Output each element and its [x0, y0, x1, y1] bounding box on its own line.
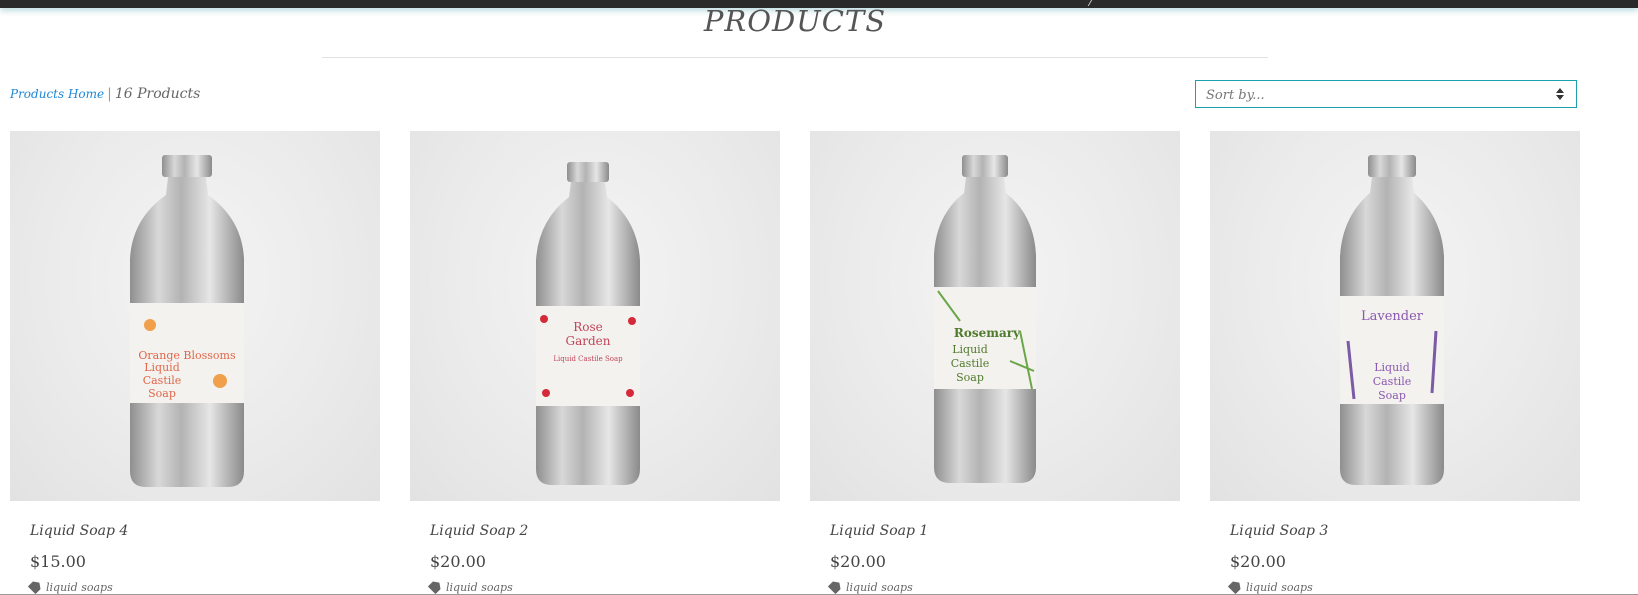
title-divider	[322, 57, 1268, 58]
product-image[interactable]: Rosemary Liquid Castile Soap	[810, 131, 1180, 501]
sort-arrows-icon	[1556, 88, 1564, 100]
product-price: $20.00	[830, 552, 886, 571]
bottle-label-line4: Soap	[1378, 389, 1406, 402]
product-tag-label[interactable]: liquid soaps	[46, 581, 113, 594]
product-image[interactable]: Orange Blossoms Liquid Castile Soap	[10, 131, 380, 501]
product-tag-label[interactable]: liquid soaps	[446, 581, 513, 594]
product-tag[interactable]: liquid soaps	[830, 580, 913, 594]
bottle-label-line2: Liquid	[144, 361, 180, 374]
bottle-label-line2: Liquid	[1374, 361, 1410, 374]
product-name[interactable]: Liquid Soap 4	[30, 523, 128, 539]
product-card[interactable]: Orange Blossoms Liquid Castile Soap Liqu…	[10, 131, 380, 501]
tag-icon	[28, 579, 44, 595]
product-image[interactable]: Rose Garden Liquid Castile Soap	[410, 131, 780, 501]
bottle-illustration: Rose Garden Liquid Castile Soap	[536, 162, 640, 485]
product-price: $20.00	[430, 552, 486, 571]
product-card[interactable]: Rosemary Liquid Castile Soap Liquid Soap…	[810, 131, 1180, 501]
bottle-label-line3: Castile	[951, 357, 990, 370]
bottle-label-line2: Garden	[566, 334, 611, 348]
product-tag[interactable]: liquid soaps	[30, 580, 113, 594]
breadcrumb-separator: |	[107, 86, 112, 102]
product-price: $20.00	[1230, 552, 1286, 571]
bottle-illustration: Rosemary Liquid Castile Soap	[934, 155, 1036, 483]
product-tag[interactable]: liquid soaps	[1230, 580, 1313, 594]
breadcrumb-home-link[interactable]: Products Home	[10, 87, 104, 101]
product-name[interactable]: Liquid Soap 3	[1230, 523, 1328, 539]
product-card[interactable]: Lavender Liquid Castile Soap Liquid Soap…	[1210, 131, 1580, 501]
bottle-label-line2: Liquid	[952, 343, 988, 356]
bottle-label-line4: Soap	[148, 387, 176, 400]
sort-select[interactable]: Sort by...	[1195, 80, 1577, 108]
product-tag-label[interactable]: liquid soaps	[846, 581, 913, 594]
bottle-label-line4: Soap	[956, 371, 984, 384]
bottle-illustration: Orange Blossoms Liquid Castile Soap	[130, 155, 244, 487]
bottle-label-line3: Liquid Castile Soap	[553, 355, 623, 363]
product-card[interactable]: Rose Garden Liquid Castile Soap Liquid S…	[410, 131, 780, 501]
product-count: 16 Products	[114, 86, 201, 102]
tag-icon	[1228, 579, 1244, 595]
bottle-label-line1: Rosemary	[954, 326, 1021, 340]
sort-select-value: Sort by...	[1206, 88, 1265, 103]
tag-icon	[428, 579, 444, 595]
product-price: $15.00	[30, 552, 86, 571]
product-tag-label[interactable]: liquid soaps	[1246, 581, 1313, 594]
product-image[interactable]: Lavender Liquid Castile Soap	[1210, 131, 1580, 501]
product-name[interactable]: Liquid Soap 1	[830, 523, 928, 539]
breadcrumb: Products Home | 16 Products	[10, 86, 200, 102]
bottle-label-line3: Castile	[143, 374, 182, 387]
bottle-label-line3: Castile	[1373, 375, 1412, 388]
bottle-illustration: Lavender Liquid Castile Soap	[1340, 155, 1444, 485]
page-title: PRODUCTS	[703, 4, 887, 38]
product-name[interactable]: Liquid Soap 2	[430, 523, 528, 539]
tag-icon	[828, 579, 844, 595]
product-tag[interactable]: liquid soaps	[430, 580, 513, 594]
bottle-label-line1: Lavender	[1361, 309, 1424, 324]
bottle-label-line1: Rose	[573, 320, 603, 334]
